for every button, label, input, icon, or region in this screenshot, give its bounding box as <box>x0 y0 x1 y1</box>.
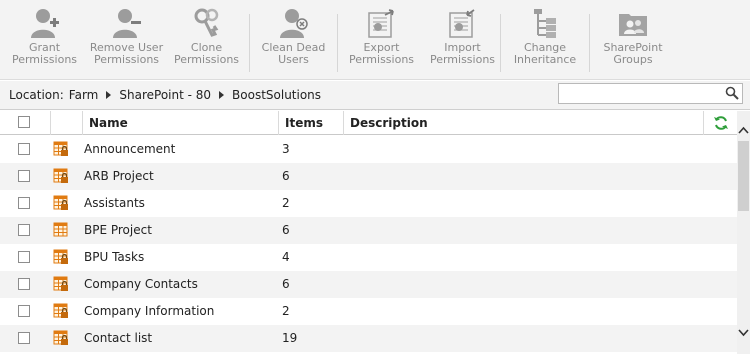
search-box[interactable] <box>558 83 743 104</box>
row-name: Company Contacts <box>84 277 198 291</box>
row-checkbox[interactable] <box>18 305 30 317</box>
sharepoint-groups-button[interactable]: SharePoint Groups <box>590 0 676 66</box>
row-name: BPE Project <box>84 223 152 237</box>
breadcrumb-separator-icon <box>106 91 112 99</box>
column-divider <box>82 111 83 135</box>
row-items: 6 <box>282 223 290 237</box>
breadcrumb-item-sharepoint[interactable]: SharePoint - 80 <box>119 88 211 102</box>
list-locked-icon <box>53 276 69 292</box>
row-items: 2 <box>282 196 290 210</box>
search-icon[interactable] <box>725 86 739 103</box>
inheritance-icon <box>528 6 562 40</box>
grid-header: Name Items Description <box>0 111 737 135</box>
table-row[interactable]: Company Information 2 <box>0 298 737 325</box>
breadcrumb-item-farm[interactable]: Farm <box>69 88 99 102</box>
list-locked-icon <box>53 249 69 265</box>
list-locked-icon <box>53 141 69 157</box>
list-locked-icon <box>53 195 69 211</box>
row-checkbox[interactable] <box>18 143 30 155</box>
row-name: Company Information <box>84 304 215 318</box>
location-label: Location: <box>9 88 64 102</box>
list-locked-icon <box>53 303 69 319</box>
user-delete-icon <box>277 6 311 40</box>
row-checkbox[interactable] <box>18 278 30 290</box>
row-items: 19 <box>282 331 298 345</box>
column-divider <box>278 111 279 135</box>
sharepoint-groups-label: SharePoint Groups <box>603 41 663 66</box>
scrollbar-thumb[interactable] <box>738 141 749 211</box>
clone-permissions-label: Clone Permissions <box>173 41 240 66</box>
search-input[interactable] <box>559 84 719 103</box>
row-name: BPU Tasks <box>84 250 145 264</box>
table-row[interactable]: Company Contacts 6 <box>0 271 737 298</box>
change-inheritance-button[interactable]: Change Inheritance <box>501 0 589 66</box>
row-name: ARB Project <box>84 169 154 183</box>
remove-user-permissions-button[interactable]: Remove User Permissions <box>89 0 164 66</box>
scroll-down-icon[interactable] <box>738 326 749 340</box>
table-row[interactable]: BPE Project 6 <box>0 217 737 244</box>
row-items: 6 <box>282 169 290 183</box>
grant-permissions-button[interactable]: Grant Permissions <box>0 0 89 66</box>
refresh-icon[interactable] <box>713 115 729 134</box>
groups-icon <box>616 6 650 40</box>
list-locked-icon <box>53 168 69 184</box>
row-name: Assistants <box>84 196 145 210</box>
table-row[interactable]: ARB Project 6 <box>0 163 737 190</box>
remove-user-permissions-label: Remove User Permissions <box>89 41 164 66</box>
select-all-checkbox[interactable] <box>18 116 30 128</box>
row-name: Announcement <box>84 142 176 156</box>
table-row[interactable]: Announcement 3 <box>0 136 737 163</box>
keys-icon <box>190 6 224 40</box>
clean-dead-users-label: Clean Dead Users <box>261 41 326 66</box>
row-items: 2 <box>282 304 290 318</box>
permissions-grid: Name Items Description Announcement 3 AR… <box>0 111 737 354</box>
list-locked-icon <box>53 330 69 346</box>
table-row[interactable]: BPU Tasks 4 <box>0 244 737 271</box>
import-permissions-label: Import Permissions <box>429 41 496 66</box>
row-checkbox[interactable] <box>18 332 30 344</box>
scroll-up-icon[interactable] <box>738 123 749 137</box>
column-header-description[interactable]: Description <box>350 111 428 135</box>
breadcrumb: Location: Farm SharePoint - 80 BoostSolu… <box>9 88 321 102</box>
row-checkbox[interactable] <box>18 197 30 209</box>
row-items: 4 <box>282 250 290 264</box>
row-checkbox[interactable] <box>18 170 30 182</box>
list-icon <box>53 222 69 238</box>
row-items: 6 <box>282 277 290 291</box>
column-divider <box>343 111 344 135</box>
import-icon <box>446 6 480 40</box>
column-divider <box>50 111 51 135</box>
row-items: 3 <box>282 142 290 156</box>
export-permissions-label: Export Permissions <box>348 41 415 66</box>
grant-permissions-label: Grant Permissions <box>11 41 78 66</box>
clone-permissions-button[interactable]: Clone Permissions <box>164 0 249 66</box>
vertical-scrollbar[interactable] <box>737 111 750 354</box>
export-permissions-button[interactable]: Export Permissions <box>338 0 425 66</box>
ribbon-toolbar: Grant Permissions Remove User Permission… <box>0 0 750 80</box>
user-add-icon <box>28 6 62 40</box>
user-remove-icon <box>110 6 144 40</box>
column-divider <box>703 111 704 135</box>
row-name: Contact list <box>84 331 153 345</box>
row-checkbox[interactable] <box>18 224 30 236</box>
import-permissions-button[interactable]: Import Permissions <box>425 0 500 66</box>
breadcrumb-item-boostsolutions[interactable]: BoostSolutions <box>232 88 321 102</box>
table-row[interactable]: Assistants 2 <box>0 190 737 217</box>
breadcrumb-separator-icon <box>219 91 225 99</box>
column-header-name[interactable]: Name <box>89 111 128 135</box>
table-row[interactable]: Contact list 19 <box>0 325 737 352</box>
export-icon <box>365 6 399 40</box>
column-header-items[interactable]: Items <box>285 111 323 135</box>
clean-dead-users-button[interactable]: Clean Dead Users <box>250 0 337 66</box>
change-inheritance-label: Change Inheritance <box>513 41 577 66</box>
row-checkbox[interactable] <box>18 251 30 263</box>
